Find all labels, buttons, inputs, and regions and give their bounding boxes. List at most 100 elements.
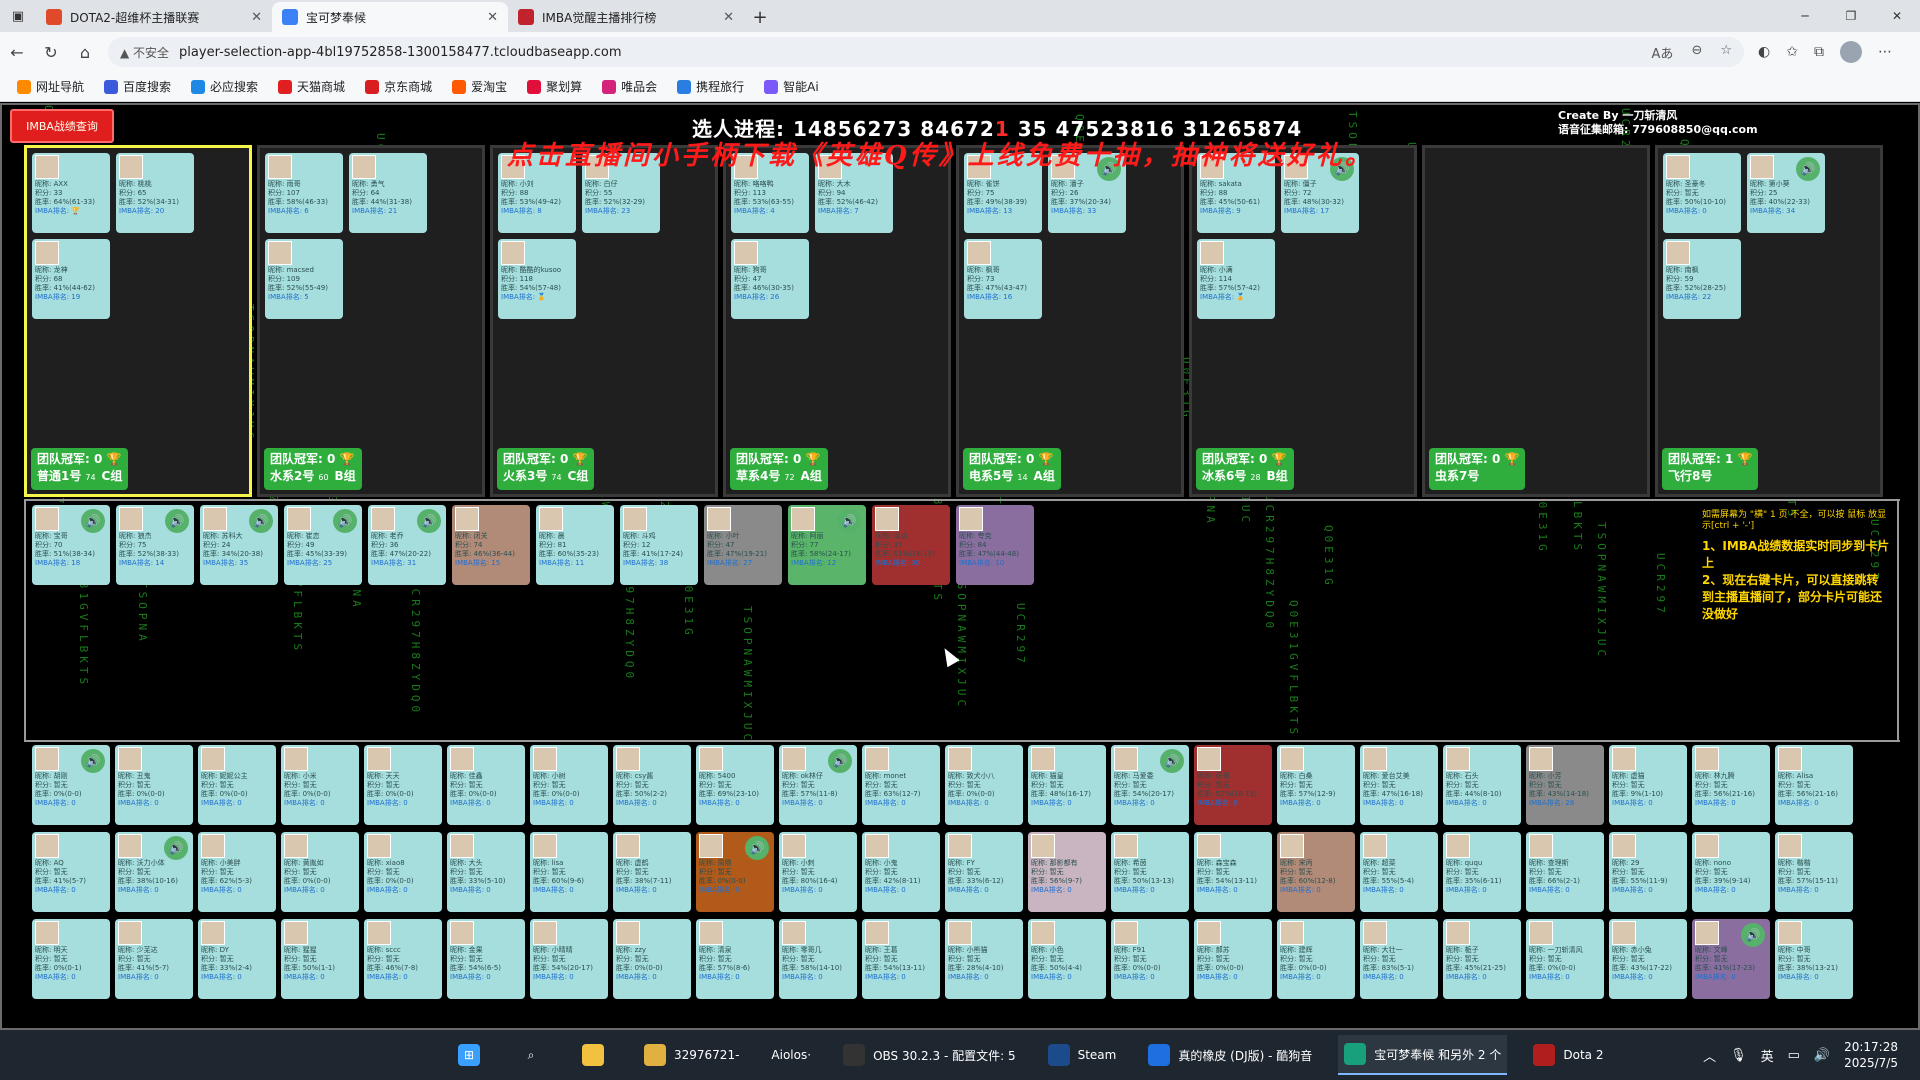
player-card[interactable]: 昵称: AQ 积分: 暂无 胜率: 41%(5-7) IMBA排名: 0 — [32, 832, 110, 912]
taskbar-item[interactable] — [576, 1035, 618, 1075]
favorite-star-icon[interactable]: ☆ — [1720, 43, 1732, 62]
player-card[interactable]: 昵称: 宋丙 积分: 暂无 胜率: 60%(12-8) IMBA排名: 0 — [1277, 832, 1355, 912]
taskbar-item[interactable]: 真的橡皮 (DJ版) - 酷狗音 — [1142, 1035, 1318, 1075]
zoom-icon[interactable]: ⊖ — [1691, 43, 1702, 62]
collections-icon[interactable]: ⧉ — [1814, 44, 1824, 60]
player-card[interactable]: 昵称: 天天 积分: 暂无 胜率: 0%(0-0) IMBA排名: 0 — [364, 745, 442, 825]
browser-tab[interactable]: DOTA2-超维杯主播联赛 ✕ — [36, 2, 272, 32]
player-card[interactable]: 昵称: 森宝森 积分: 暂无 胜率: 54%(13-11) IMBA排名: 0 — [1194, 832, 1272, 912]
taskbar-item[interactable]: Steam — [1042, 1035, 1123, 1075]
voice-speaker-icon[interactable]: 🔊 — [249, 509, 273, 533]
player-card[interactable]: 昵称: 小满 积分: 114 胜率: 57%(57-42) IMBA排名: 🏅 — [1197, 239, 1275, 319]
player-card[interactable]: 昵称: 明天 积分: 暂无 胜率: 0%(0-1) IMBA排名: 0 — [32, 919, 110, 999]
voice-speaker-icon[interactable]: 🔊 — [745, 836, 769, 860]
player-card[interactable]: 昵称: 王葛 积分: 暂无 胜率: 54%(13-11) IMBA排名: 0 — [862, 919, 940, 999]
player-card[interactable]: 🔊 昵称: 马爱委 积分: 暂无 胜率: 54%(20-17) IMBA排名: 0 — [1111, 745, 1189, 825]
taskbar-item[interactable]: OBS 30.2.3 - 配置文件: 5 — [837, 1035, 1022, 1075]
player-card[interactable]: 昵称: 斗鸡 积分: 12 胜率: 41%(17-24) IMBA排名: 38 — [620, 505, 698, 585]
player-card[interactable]: 昵称: 闭关 积分: 74 胜率: 46%(36-44) IMBA排名: 15 — [452, 505, 530, 585]
player-card[interactable]: 昵称: 林九腾 积分: 暂无 胜率: 56%(21-16) IMBA排名: 0 — [1692, 745, 1770, 825]
browser-tab[interactable]: 宝可梦奉候 ✕ — [272, 2, 508, 32]
team-panel[interactable]: 昵称: 圣豪冬 积分: 暂无 胜率: 50%(10-10) IMBA排名: 0 🔊 昵称:… — [1655, 145, 1883, 497]
player-card[interactable]: 昵称: 爱台艾美 积分: 暂无 胜率: 47%(16-18) IMBA排名: 0 — [1360, 745, 1438, 825]
player-card[interactable]: 昵称: monet 积分: 暂无 胜率: 63%(12-7) IMBA排名: 0 — [862, 745, 940, 825]
player-card[interactable]: 昵称: 清泉 积分: 暂无 胜率: 57%(8-6) IMBA排名: 0 — [696, 919, 774, 999]
player-card[interactable]: 昵称: 圣豪冬 积分: 暂无 胜率: 50%(10-10) IMBA排名: 0 — [1663, 153, 1741, 233]
back-icon[interactable]: ← — [0, 36, 34, 68]
player-card[interactable]: 昵称: 小熊猫 积分: 暂无 胜率: 28%(4-10) IMBA排名: 0 — [945, 919, 1023, 999]
player-card[interactable]: 昵称: zzy 积分: 暂无 胜率: 0%(0-0) IMBA排名: 0 — [613, 919, 691, 999]
player-card[interactable]: 昵称: ququ 积分: 暂无 胜率: 35%(6-11) IMBA排名: 0 — [1443, 832, 1521, 912]
voice-speaker-icon[interactable]: 🔊 — [81, 749, 105, 773]
player-card[interactable]: 昵称: 建辉 积分: 暂无 胜率: 0%(0-0) IMBA排名: 0 — [1277, 919, 1355, 999]
player-card[interactable]: 🔊 昵称: 崔恋 积分: 49 胜率: 45%(33-39) IMBA排名: 25 — [284, 505, 362, 585]
restore-icon[interactable]: ❐ — [1828, 0, 1874, 32]
microphone-icon[interactable]: 🎙 — [1730, 1048, 1747, 1063]
extensions-icon[interactable]: ◐ — [1758, 44, 1770, 60]
voice-speaker-icon[interactable]: 🔊 — [81, 509, 105, 533]
security-warning[interactable]: ▲ 不安全 — [120, 44, 169, 61]
team-panel[interactable]: 昵称: sakata 积分: 88 胜率: 45%(50-61) IMBA排名: 9 🔊… — [1189, 145, 1417, 497]
voice-speaker-icon[interactable]: 🔊 — [1741, 923, 1765, 947]
player-card[interactable]: 昵称: 猩猩 积分: 暂无 胜率: 50%(1-1) IMBA排名: 0 — [281, 919, 359, 999]
bookmark-item[interactable]: 网址导航 — [10, 78, 91, 95]
player-card[interactable]: 昵称: 狗哥 积分: 47 胜率: 46%(30-35) IMBA排名: 26 — [731, 239, 809, 319]
player-card[interactable]: 🔊 昵称: 胡刚 积分: 暂无 胜率: 0%(0-0) IMBA排名: 0 — [32, 745, 110, 825]
player-card[interactable]: 昵称: 小叶 积分: 47 胜率: 47%(19-21) IMBA排名: 27 — [704, 505, 782, 585]
bookmark-item[interactable]: 聚划算 — [520, 78, 589, 95]
clock[interactable]: 20:17:28 2025/7/5 — [1844, 1039, 1898, 1071]
player-card[interactable]: 昵称: 奇哥 积分: 暂无 胜率: 52%(16-15) IMBA排名: 0 — [1194, 745, 1272, 825]
voice-speaker-icon[interactable]: 🔊 — [1796, 157, 1820, 181]
bookmark-item[interactable]: 爱淘宝 — [445, 78, 514, 95]
player-card[interactable]: 昵称: 白桑 积分: 暂无 胜率: 57%(12-9) IMBA排名: 0 — [1277, 745, 1355, 825]
new-tab-button[interactable]: + — [744, 2, 776, 32]
volume-icon[interactable]: 🔊 — [1814, 1048, 1830, 1063]
player-card[interactable]: 昵称: 小美胖 积分: 暂无 胜率: 62%(5-3) IMBA排名: 0 — [198, 832, 276, 912]
player-card[interactable]: 昵称: csy酱 积分: 暂无 胜率: 50%(2-2) IMBA排名: 0 — [613, 745, 691, 825]
player-card[interactable]: 昵称: 猫皇 积分: 暂无 胜率: 48%(16-17) IMBA排名: 0 — [1028, 745, 1106, 825]
voice-speaker-icon[interactable]: 🔊 — [165, 509, 189, 533]
taskbar-item[interactable]: 32976721- — [638, 1035, 745, 1075]
home-icon[interactable]: ⌂ — [68, 36, 102, 68]
player-card[interactable]: 昵称: 零哥几 积分: 暂无 胜率: 58%(14-10) IMBA排名: 0 — [779, 919, 857, 999]
player-card[interactable]: 昵称: 小晴晴 积分: 暂无 胜率: 54%(20-17) IMBA排名: 0 — [530, 919, 608, 999]
voice-speaker-icon[interactable]: 🔊 — [417, 509, 441, 533]
player-card[interactable]: 昵称: 南枫 积分: 59 胜率: 52%(28-25) IMBA排名: 22 — [1663, 239, 1741, 319]
player-card[interactable]: 昵称: 淡淡 积分: 37 胜率: 51%(16-15) IMBA排名: 30 — [872, 505, 950, 585]
player-card[interactable]: 🔊 昵称: 狼杰 积分: 75 胜率: 52%(38-33) IMBA排名: 14 — [116, 505, 194, 585]
player-card[interactable]: 昵称: 妮妮公主 积分: 暂无 胜率: 0%(0-0) IMBA排名: 0 — [198, 745, 276, 825]
voice-speaker-icon[interactable]: 🔊 — [837, 509, 861, 533]
player-card[interactable]: 昵称: 查理斯 积分: 暂无 胜率: 66%(2-1) IMBA排名: 0 — [1526, 832, 1604, 912]
player-card[interactable]: 昵称: 黄胤如 积分: 暂无 胜率: 0%(0-0) IMBA排名: 0 — [281, 832, 359, 912]
player-card[interactable]: 昵称: 石头 积分: 暂无 胜率: 44%(8-10) IMBA排名: 0 — [1443, 745, 1521, 825]
player-card[interactable]: 昵称: 栀子 积分: 暂无 胜率: 45%(21-25) IMBA排名: 0 — [1443, 919, 1521, 999]
window-menu-icon[interactable]: ▣ — [0, 0, 36, 32]
player-card[interactable]: 昵称: 夸克 积分: 84 胜率: 47%(44-48) IMBA排名: 10 — [956, 505, 1034, 585]
bookmark-item[interactable]: 智能Ai — [757, 78, 826, 95]
url-input[interactable]: ▲ 不安全 player-selection-app-4bl19752858-1… — [108, 37, 1744, 67]
player-card[interactable]: 昵称: 金果 积分: 暂无 胜率: 54%(6-5) IMBA排名: 0 — [447, 919, 525, 999]
player-card[interactable]: 昵称: FY 积分: 暂无 胜率: 33%(6-12) IMBA排名: 0 — [945, 832, 1023, 912]
tab-close-icon[interactable]: ✕ — [251, 10, 262, 25]
player-card[interactable]: 昵称: 桃桃 积分: 65 胜率: 52%(34-31) IMBA排名: 20 — [116, 153, 194, 233]
voice-speaker-icon[interactable]: 🔊 — [333, 509, 357, 533]
tab-close-icon[interactable]: ✕ — [723, 10, 734, 25]
player-card[interactable]: 昵称: 小鬼 积分: 暂无 胜率: 42%(8-11) IMBA排名: 0 — [862, 832, 940, 912]
player-card[interactable]: 昵称: 枫哥 积分: 73 胜率: 47%(43-47) IMBA排名: 16 — [964, 239, 1042, 319]
player-card[interactable]: 🔊 昵称: 周鼎 积分: 暂无 胜率: 0%(0-0) IMBA排名: 0 — [696, 832, 774, 912]
player-card[interactable]: 🔊 昵称: 沃力小体 积分: 暂无 胜率: 38%(10-16) IMBA排名: 0 — [115, 832, 193, 912]
player-card[interactable]: 昵称: 郝苏 积分: 暂无 胜率: 0%(0-0) IMBA排名: 0 — [1194, 919, 1272, 999]
taskbar-item[interactable]: 宝可梦奉候 和另外 2 个 — [1338, 1035, 1508, 1075]
team-panel[interactable]: 团队冠军: 0 🏆 虫系7号 — [1422, 145, 1650, 497]
player-card[interactable]: 昵称: 勇气 积分: 64 胜率: 44%(31-38) IMBA排名: 21 — [349, 153, 427, 233]
voice-speaker-icon[interactable]: 🔊 — [164, 836, 188, 860]
tab-close-icon[interactable]: ✕ — [487, 10, 498, 25]
player-card[interactable]: 昵称: 少芜达 积分: 暂无 胜率: 41%(5-7) IMBA排名: 0 — [115, 919, 193, 999]
player-card[interactable]: 昵称: 29 积分: 暂无 胜率: 55%(11-9) IMBA排名: 0 — [1609, 832, 1687, 912]
bookmark-item[interactable]: 必应搜索 — [184, 78, 265, 95]
bookmark-item[interactable]: 百度搜索 — [97, 78, 178, 95]
taskbar-item[interactable]: ⌕ — [514, 1035, 556, 1075]
player-card[interactable]: 🔊 昵称: 文峰 积分: 暂无 胜率: 41%(17-23) IMBA排名: 0 — [1692, 919, 1770, 999]
player-card[interactable]: 昵称: Alisa 积分: 暂无 胜率: 56%(21-16) IMBA排名: 0 — [1775, 745, 1853, 825]
taskbar-item[interactable]: ⊞ — [452, 1035, 494, 1075]
